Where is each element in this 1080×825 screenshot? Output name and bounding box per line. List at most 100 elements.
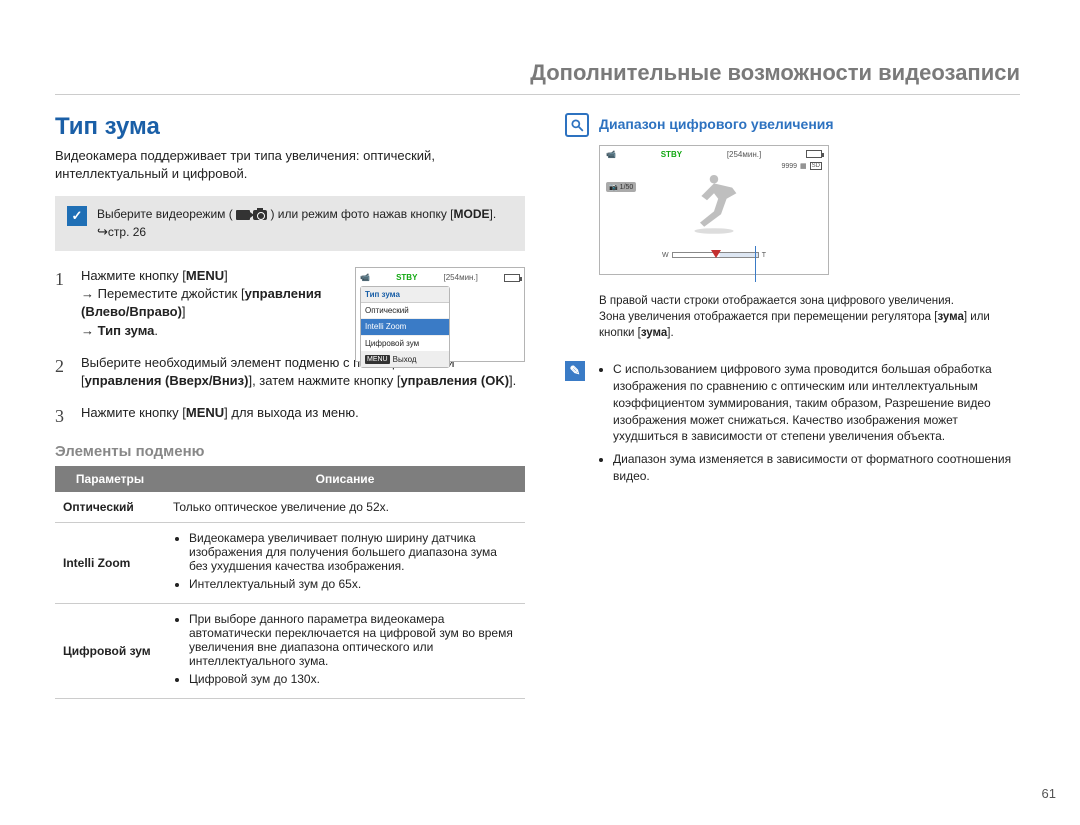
page-header: Дополнительные возможности видеозаписи	[55, 60, 1020, 95]
zoom-title: Диапазон цифрового увеличения	[599, 113, 834, 132]
zn1: В правой части строки отображается зона …	[599, 295, 954, 307]
zoom-track[interactable]	[672, 252, 759, 258]
note-ref: стр. 26	[108, 225, 146, 239]
menu-footer: MENU Выход	[361, 352, 449, 367]
table-row: Цифровой зум При выборе данного параметр…	[55, 604, 525, 699]
menu-item-optical[interactable]: Оптический	[361, 303, 449, 319]
cam-time: [254мин.]	[444, 272, 478, 283]
battery-icon	[504, 274, 520, 282]
s1-type: Тип зума	[98, 323, 155, 338]
digital-b1: При выборе данного параметра видеокамера…	[189, 612, 517, 668]
s3-menu: MENU	[186, 405, 224, 420]
skateboarder-silhouette	[679, 168, 749, 238]
info-box: С использованием цифрового зума проводит…	[565, 361, 1020, 491]
zn2d: ].	[667, 327, 673, 339]
video-icon	[236, 210, 250, 220]
section-title: Тип зума	[55, 113, 525, 141]
mode-label: MODE	[454, 207, 490, 221]
zn2c: зума	[641, 327, 667, 339]
note-end: ].	[490, 207, 497, 221]
row-intelli-name: Intelli Zoom	[55, 523, 165, 604]
magnifier-icon	[565, 113, 589, 137]
s1-arrow1: →	[81, 286, 94, 301]
right-column: Диапазон цифрового увеличения 📹 STBY [25…	[565, 113, 1020, 699]
submenu-title: Элементы подменю	[55, 443, 525, 460]
left-column: Тип зума Видеокамера поддерживает три ти…	[55, 113, 525, 699]
step-1-num: 1	[55, 267, 69, 292]
s1-dot: .	[154, 323, 158, 338]
zn2: Зона увеличения отображается при перемещ…	[599, 311, 937, 323]
zoom-knob[interactable]	[711, 250, 721, 258]
pencil-icon	[565, 361, 585, 381]
cam-top-row: 📹 STBY [254мин.]	[360, 272, 520, 283]
zoom-note: В правой части строки отображается зона …	[599, 293, 1020, 341]
s3-t2: ] для выхода из меню.	[224, 405, 359, 420]
row-optical-desc: Только оптическое увеличение до 52x.	[165, 492, 525, 523]
step-3: 3 Нажмите кнопку [MENU] для выхода из ме…	[55, 404, 525, 429]
th-desc: Описание	[165, 466, 525, 492]
s3-t1: Нажмите кнопку [	[81, 405, 186, 420]
zn2w: зума	[937, 311, 963, 323]
zs-count: 9999	[781, 163, 797, 170]
mode-note-box: Выберите видеорежим ( ) или режим фото н…	[55, 196, 525, 251]
s1-t1: Нажмите кнопку [	[81, 268, 186, 283]
menu-header: Тип зума	[361, 287, 449, 303]
menu-item-digital[interactable]: Цифровой зум	[361, 336, 449, 352]
zs-battery-icon	[806, 150, 822, 158]
s1-arrow2: →	[81, 323, 94, 338]
camera-menu-screen: 📹 STBY [254мин.] Тип зума Оптический Int…	[355, 267, 525, 362]
zs-grid-icon: ▦	[800, 162, 807, 170]
s1-menu: MENU	[186, 268, 224, 283]
cam-rec-icon: 📹	[360, 272, 370, 283]
info-b1: С использованием цифрового зума проводит…	[613, 361, 1020, 445]
step-3-body: Нажмите кнопку [MENU] для выхода из меню…	[81, 404, 525, 422]
camera-icon	[253, 210, 267, 220]
steps-list: 1 Нажмите кнопку [MENU] → Переместите дж…	[55, 267, 525, 429]
note-pre: Выберите видеорежим (	[97, 207, 233, 221]
s1-t4: ]	[182, 304, 186, 319]
zs-row2: 9999 ▦ SD	[781, 162, 822, 170]
zs-stby: STBY	[661, 150, 682, 159]
s2-ctrl: управления (Вверх/Вниз)	[85, 373, 249, 388]
zs-shutter-icon: 📷	[609, 184, 618, 191]
zs-rec-icon: 📹	[606, 150, 616, 159]
zs-shutter-val: 1/50	[620, 184, 634, 191]
s2-ok: управления (OK)	[400, 373, 509, 388]
menu-exit: Выход	[393, 354, 417, 365]
note-mid: ) или режим фото нажав кнопку [	[270, 207, 453, 221]
zs-top: 📹 STBY [254мин.]	[606, 150, 822, 159]
zoom-t: T	[759, 252, 769, 259]
video-photo-icons	[236, 210, 267, 220]
s2-t2: ], затем нажмите кнопку [	[248, 373, 400, 388]
check-icon	[67, 206, 87, 226]
intelli-b2: Интеллектуальный зум до 65x.	[189, 577, 517, 591]
page-number: 61	[1042, 786, 1056, 801]
zoom-w: W	[659, 252, 672, 259]
callout-line	[755, 246, 756, 282]
s1-t2: ]	[224, 268, 228, 283]
info-list: С использованием цифрового зума проводит…	[597, 361, 1020, 491]
row-intelli-desc: Видеокамера увеличивает полную ширину да…	[165, 523, 525, 604]
zoom-bar: W T	[659, 250, 769, 260]
columns: Тип зума Видеокамера поддерживает три ти…	[55, 113, 1020, 699]
zs-shutter: 📷 1/50	[606, 182, 636, 192]
zoom-preview-screen: 📹 STBY [254мин.] 9999 ▦ SD 📷 1/50	[599, 145, 829, 275]
mode-note-text: Выберите видеорежим ( ) или режим фото н…	[97, 206, 513, 241]
menu-item-intelli[interactable]: Intelli Zoom	[361, 319, 449, 335]
stby-label: STBY	[396, 272, 417, 283]
step-1-body: Нажмите кнопку [MENU] → Переместите джой…	[81, 267, 525, 340]
info-b2: Диапазон зума изменяется в зависимости о…	[613, 451, 1020, 485]
zs-time: [254мин.]	[727, 150, 761, 159]
s1-t3: Переместите джойстик [	[98, 286, 245, 301]
th-params: Параметры	[55, 466, 165, 492]
table-row: Оптический Только оптическое увеличение …	[55, 492, 525, 523]
page: Дополнительные возможности видеозаписи Т…	[0, 0, 1080, 825]
params-table: Параметры Описание Оптический Только опт…	[55, 466, 525, 699]
zoom-header-row: Диапазон цифрового увеличения	[565, 113, 1020, 137]
intelli-b1: Видеокамера увеличивает полную ширину да…	[189, 531, 517, 573]
step-2-num: 2	[55, 354, 69, 379]
zs-sd: SD	[810, 162, 822, 170]
table-row: Intelli Zoom Видеокамера увеличивает пол…	[55, 523, 525, 604]
intro-text: Видеокамера поддерживает три типа увелич…	[55, 147, 525, 182]
row-digital-desc: При выборе данного параметра видеокамера…	[165, 604, 525, 699]
